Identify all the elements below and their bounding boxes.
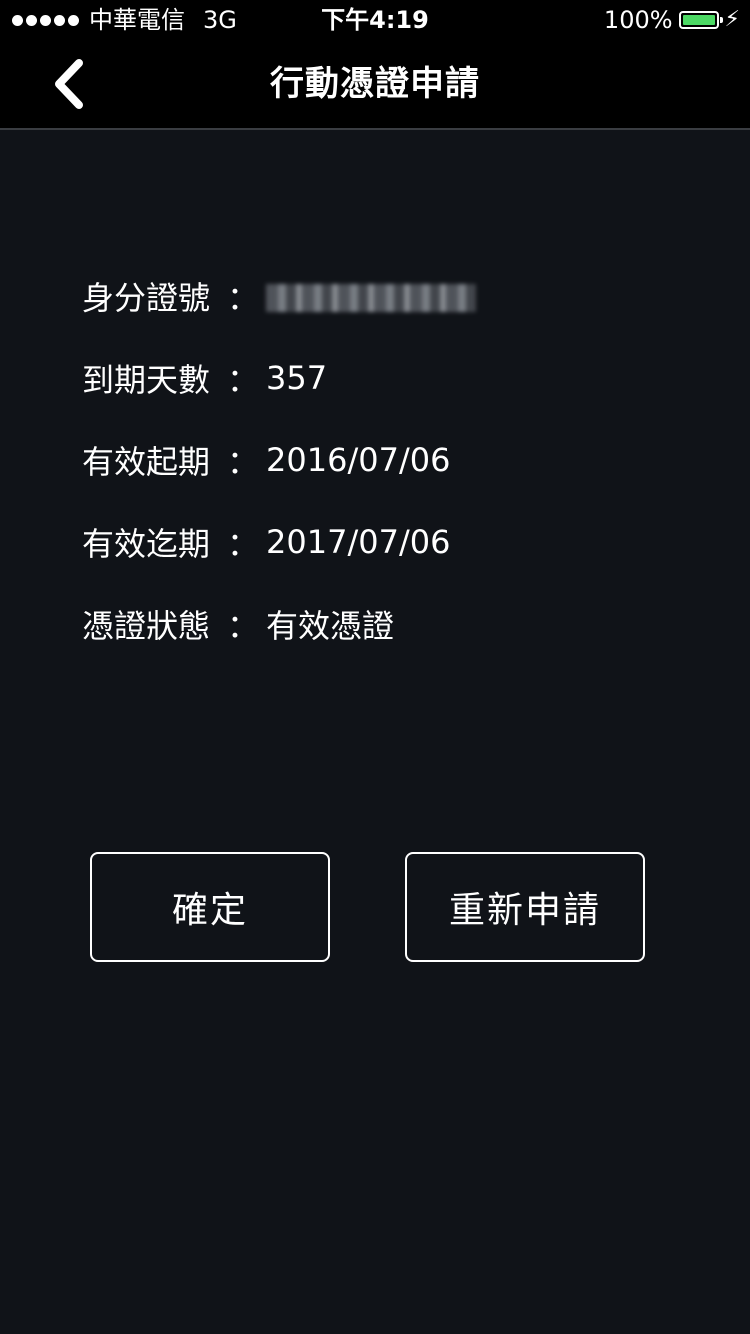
info-row-id: 身分證號 ： [82, 255, 682, 337]
start-date-label: 有效起期 [82, 443, 211, 481]
end-date-value: 2017/07/06 [266, 523, 451, 561]
battery-icon [678, 11, 723, 29]
battery-percent: 100% [603, 6, 673, 34]
start-date-value: 2016/07/06 [266, 441, 451, 479]
redacted-id-blur [266, 284, 476, 312]
status-label: 憑證狀態 [82, 607, 211, 645]
status-bar: 中華電信 3G 下午4:19 100% ⚡ [0, 0, 750, 40]
colon: ： [226, 525, 259, 563]
id-value-redacted [266, 277, 476, 315]
info-row-status: 憑證狀態 ： 有效憑證 [82, 583, 682, 665]
colon: ： [226, 279, 259, 317]
id-label: 身分證號 [82, 279, 211, 317]
nav-bar: 行動憑證申請 [0, 40, 750, 130]
info-row-days-remaining: 到期天數 ： 357 [82, 337, 682, 419]
days-remaining-value: 357 [266, 359, 328, 397]
certificate-info: 身分證號 ： 到期天數 ： 357 有效起期 ： 2016/07/06 有效迄期… [82, 255, 682, 665]
screen: 中華電信 3G 下午4:19 100% ⚡ 行動憑證申請 身分證號 ： 到期天數… [0, 0, 750, 1334]
status-right: 100% ⚡ [604, 0, 740, 40]
colon: ： [226, 361, 259, 399]
days-remaining-label: 到期天數 [82, 361, 211, 399]
colon: ： [226, 443, 259, 481]
info-row-end-date: 有效迄期 ： 2017/07/06 [82, 501, 682, 583]
colon: ： [226, 607, 259, 645]
status-value: 有效憑證 [266, 607, 395, 645]
page-title: 行動憑證申請 [270, 64, 480, 104]
info-row-start-date: 有效起期 ： 2016/07/06 [82, 419, 682, 501]
end-date-label: 有效迄期 [82, 525, 211, 563]
confirm-button[interactable]: 確定 [90, 852, 330, 962]
reapply-button[interactable]: 重新申請 [405, 852, 645, 962]
charging-icon: ⚡ [724, 7, 740, 32]
